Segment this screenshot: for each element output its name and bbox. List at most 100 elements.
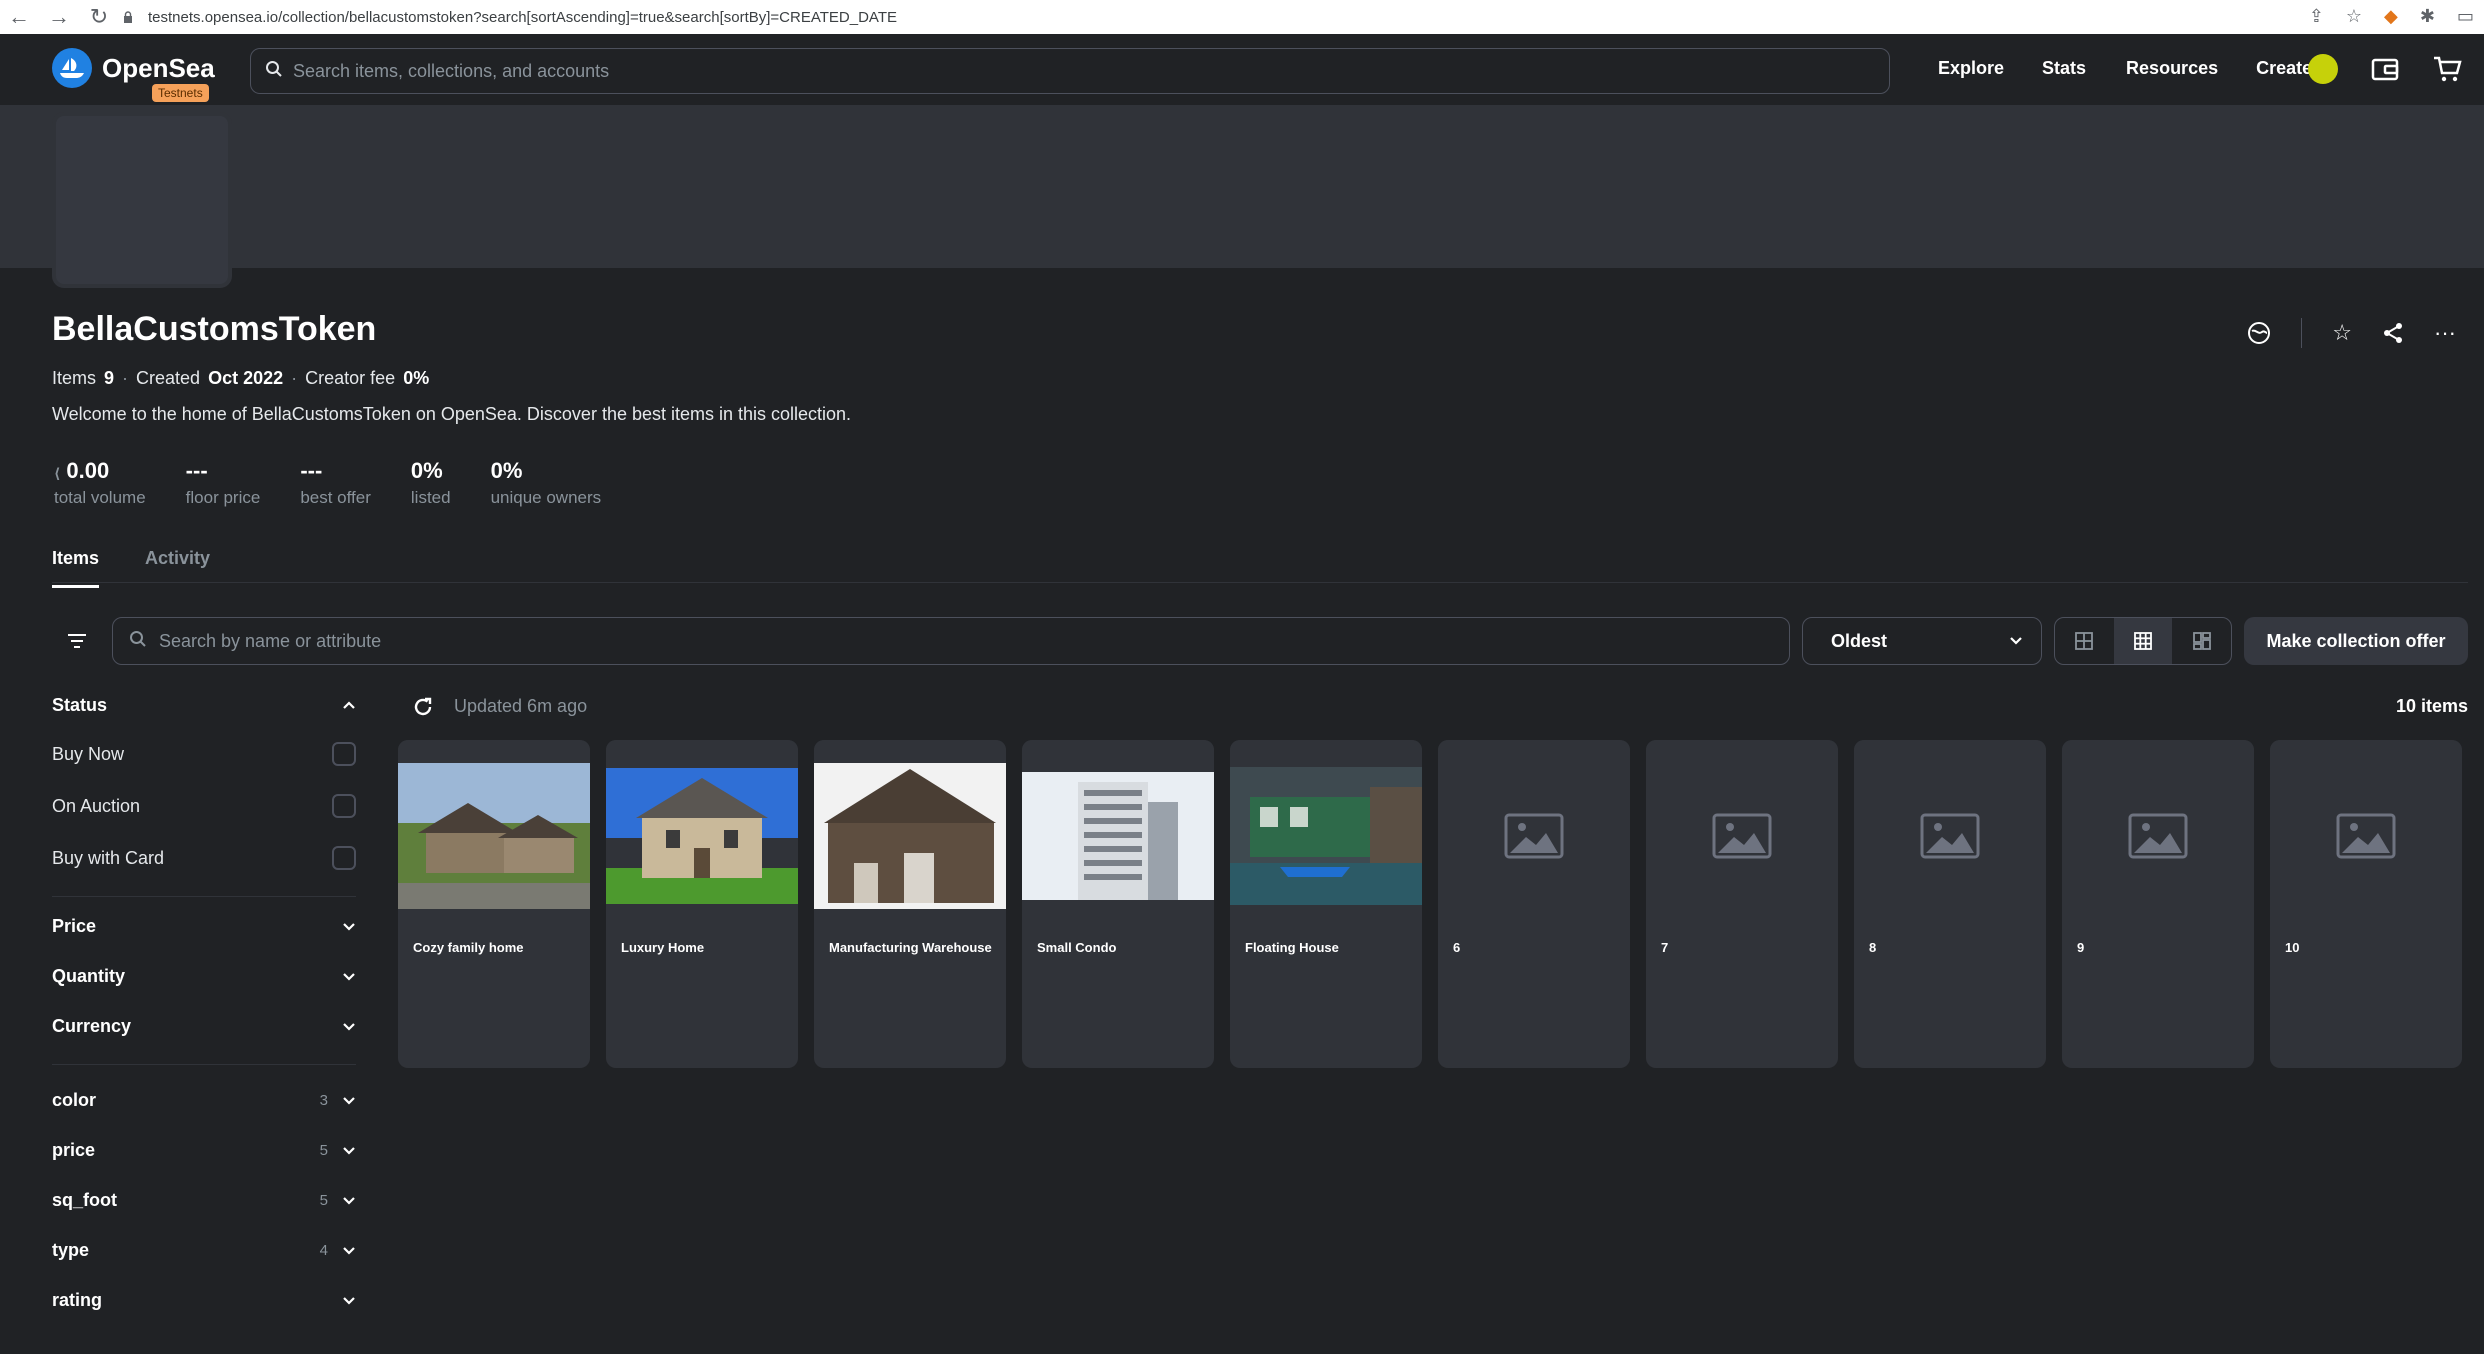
trait-filter-color[interactable]: color 3: [52, 1090, 356, 1111]
browser-toolbar: ← → ↻ testnets.opensea.io/collection/bel…: [0, 0, 2484, 34]
small-grid-icon: [2134, 632, 2152, 650]
global-search-placeholder: Search items, collections, and accounts: [293, 60, 610, 81]
refresh-icon[interactable]: [412, 696, 434, 718]
nft-card[interactable]: Small Condo: [1022, 740, 1214, 1068]
website-icon[interactable]: [2247, 321, 2271, 345]
updated-text: Updated 6m ago: [454, 696, 588, 716]
mosaic-view-button[interactable]: [2172, 618, 2231, 664]
on-auction-checkbox[interactable]: [332, 794, 356, 818]
more-options-icon[interactable]: ···: [2434, 320, 2456, 346]
meta-dot: ·: [122, 368, 129, 388]
status-filter-header[interactable]: Status: [52, 690, 356, 720]
share-icon[interactable]: ⇪: [2309, 6, 2324, 27]
bookmark-star-icon[interactable]: ☆: [2346, 6, 2362, 27]
search-icon: [129, 630, 147, 653]
status-option-buy-now[interactable]: Buy Now: [52, 742, 356, 766]
nft-card[interactable]: Floating House: [1230, 740, 1422, 1068]
nft-name: 9: [2077, 940, 2085, 955]
nft-card[interactable]: 9: [2062, 740, 2254, 1068]
nft-card[interactable]: Luxury Home: [606, 740, 798, 1068]
trait-filter-type[interactable]: type 4: [52, 1240, 356, 1261]
item-search-input[interactable]: Search by name or attribute: [112, 617, 1790, 665]
nft-card[interactable]: 10: [2270, 740, 2462, 1068]
view-mode-toggle: [2054, 617, 2232, 665]
sort-select[interactable]: Oldest: [1802, 617, 2042, 665]
created-label: Created: [136, 368, 201, 388]
trait-count: 5: [319, 1142, 328, 1159]
status-option-label: Buy Now: [52, 743, 125, 764]
filter-label: Quantity: [52, 966, 126, 986]
wallet-icon[interactable]: [2370, 54, 2400, 84]
trait-count: 3: [319, 1092, 328, 1109]
brand-name: OpenSea: [102, 52, 215, 83]
nft-card[interactable]: 6: [1438, 740, 1630, 1068]
collection-stats: ⟨ 0.00 total volume --- floor price --- b…: [54, 458, 641, 508]
forward-icon[interactable]: →: [48, 4, 70, 30]
favorite-star-icon[interactable]: ☆: [2332, 320, 2352, 346]
status-option-on-auction[interactable]: On Auction: [52, 794, 356, 818]
metamask-icon[interactable]: ◆: [2384, 6, 2398, 27]
filter-price[interactable]: Price: [52, 916, 356, 937]
make-collection-offer-button[interactable]: Make collection offer: [2244, 617, 2468, 665]
mosaic-icon: [2192, 632, 2211, 650]
nft-card[interactable]: 8: [1854, 740, 2046, 1068]
stat-value: ---: [185, 458, 208, 483]
image-placeholder: [1854, 740, 2046, 932]
tabs-divider: [52, 582, 2468, 583]
image-placeholder-icon: [2336, 813, 2396, 859]
trait-count: 5: [319, 1192, 328, 1209]
opensea-logo[interactable]: OpenSea: [52, 48, 215, 88]
image-placeholder: [1646, 740, 1838, 932]
chevron-down-icon: [343, 1246, 355, 1255]
filter-icon: [68, 634, 86, 648]
status-option-buy-with-card[interactable]: Buy with Card: [52, 846, 356, 870]
large-grid-view-button[interactable]: [2055, 618, 2114, 664]
item-search-placeholder: Search by name or attribute: [159, 630, 382, 651]
share-icon[interactable]: [2382, 322, 2404, 344]
trait-filter-sq-foot[interactable]: sq_foot 5: [52, 1190, 356, 1211]
trait-name: price: [52, 1140, 96, 1160]
image-placeholder: [2270, 740, 2462, 932]
buy-now-checkbox[interactable]: [332, 742, 356, 766]
filter-toggle-button[interactable]: [52, 618, 102, 664]
reload-icon[interactable]: ↻: [88, 4, 110, 30]
nft-image-luxury-home: [606, 740, 798, 932]
chevron-up-icon: [343, 701, 355, 709]
address-bar[interactable]: testnets.opensea.io/collection/bellacust…: [122, 9, 897, 26]
top-navigation: OpenSea Testnets Search items, collectio…: [0, 34, 2484, 106]
back-icon[interactable]: ←: [8, 4, 30, 30]
trait-count: 4: [319, 1242, 328, 1259]
nft-card[interactable]: Cozy family home: [398, 740, 590, 1068]
trait-name: type: [52, 1240, 90, 1260]
stat-total-volume: ⟨ 0.00 total volume: [54, 458, 146, 508]
nft-card[interactable]: 7: [1646, 740, 1838, 1068]
stat-value: 0.00: [66, 458, 110, 483]
actions-divider: [2301, 318, 2303, 348]
collection-logo: [52, 112, 232, 288]
small-grid-view-button[interactable]: [2113, 618, 2173, 664]
nft-name: Luxury Home: [621, 940, 705, 955]
filter-quantity[interactable]: Quantity: [52, 966, 356, 987]
nft-card[interactable]: Manufacturing Warehouse: [814, 740, 1006, 1068]
cart-icon[interactable]: [2432, 54, 2462, 84]
stat-label: total volume: [54, 488, 146, 507]
trait-filter-price[interactable]: price 5: [52, 1140, 356, 1161]
status-option-label: On Auction: [52, 795, 141, 816]
sidebar-divider: [52, 1064, 356, 1065]
nav-stats[interactable]: Stats: [2042, 58, 2086, 79]
extensions-icon[interactable]: ✱: [2420, 6, 2435, 27]
nft-image-houseboat: [1230, 740, 1422, 932]
nav-explore[interactable]: Explore: [1938, 58, 2004, 79]
buy-with-card-checkbox[interactable]: [332, 846, 356, 870]
image-placeholder-icon: [1920, 813, 1980, 859]
global-search-input[interactable]: Search items, collections, and accounts: [250, 48, 1890, 94]
trait-filter-rating[interactable]: rating: [52, 1290, 356, 1311]
nav-resources[interactable]: Resources: [2126, 58, 2218, 79]
nav-create[interactable]: Create: [2256, 58, 2312, 79]
filter-currency[interactable]: Currency: [52, 1016, 356, 1037]
stat-floor-price: --- floor price: [186, 458, 261, 508]
nft-image-warehouse: [814, 740, 1006, 932]
sort-value: Oldest: [1831, 630, 1888, 651]
profile-avatar[interactable]: [2308, 54, 2338, 84]
sidepanel-icon[interactable]: ▭: [2457, 6, 2474, 27]
